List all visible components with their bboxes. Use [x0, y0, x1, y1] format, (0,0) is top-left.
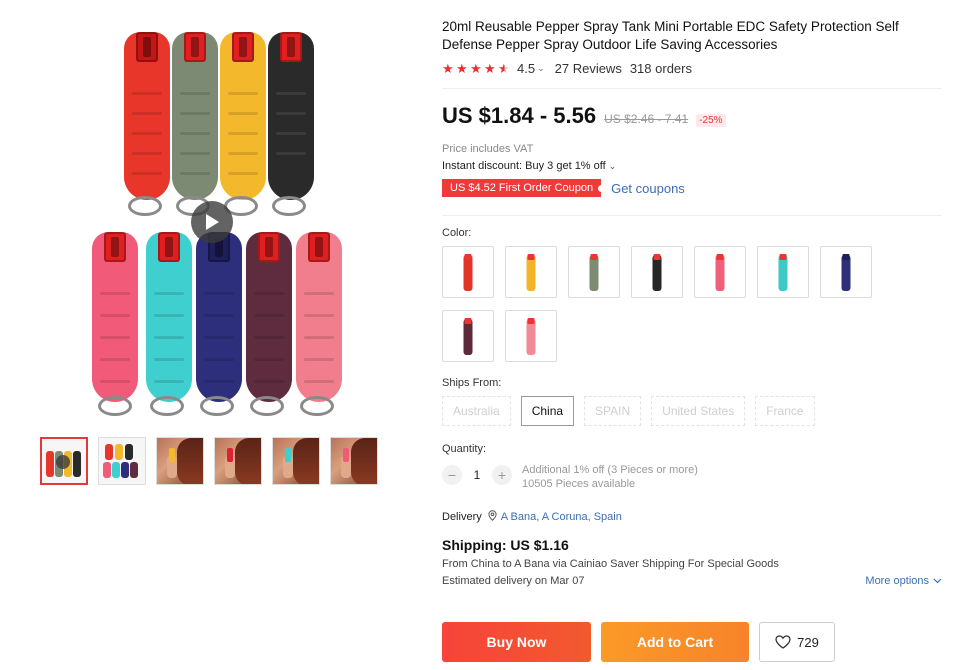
add-to-cart-button[interactable]: Add to Cart — [601, 622, 749, 662]
buy-now-button[interactable]: Buy Now — [442, 622, 591, 662]
product-info-panel: 20ml Reusable Pepper Spray Tank Mini Por… — [442, 18, 942, 587]
instant-discount-text: Instant discount: Buy 3 get 1% off — [442, 160, 606, 172]
color-swatch-yellow[interactable] — [505, 246, 557, 298]
ship-option-china[interactable]: China — [520, 396, 575, 426]
rating-stars: ★ ★ ★ ★ ★ — [442, 62, 511, 75]
star-icon: ★ — [442, 61, 454, 76]
thumbnail-strip — [40, 437, 378, 485]
color-swatch-gray-green[interactable] — [568, 246, 620, 298]
location-pin-icon — [488, 510, 497, 524]
keyring — [250, 396, 284, 416]
spray-pink — [92, 232, 138, 402]
rating-row: ★ ★ ★ ★ ★ 4.5 ⌄ 27 Reviews 318 orders — [442, 61, 942, 76]
play-icon — [56, 455, 70, 469]
stock-available: 10505 Pieces available — [522, 478, 636, 490]
spray-navy — [196, 232, 242, 402]
spray-gray — [172, 32, 218, 200]
thumbnail-6[interactable] — [330, 437, 378, 485]
orders-count: 318 orders — [629, 61, 692, 76]
coupon-row: US $4.52 First Order Coupon Get coupons — [442, 179, 942, 197]
ships-from-options: Australia China SPAIN United States Fran… — [442, 396, 942, 426]
more-options-label: More options — [865, 575, 929, 587]
current-price: US $1.84 - 5.56 — [442, 103, 597, 128]
thumbnail-3[interactable] — [156, 437, 204, 485]
wishlist-count: 729 — [797, 634, 819, 650]
more-options-link[interactable]: More options — [865, 575, 942, 587]
star-icon: ★ — [484, 61, 496, 76]
get-coupons-link[interactable]: Get coupons — [611, 181, 685, 196]
quantity-input[interactable]: 1 — [462, 465, 492, 485]
color-swatches — [442, 246, 882, 362]
thumbnail-5[interactable] — [272, 437, 320, 485]
color-label: Color: — [442, 227, 472, 239]
star-half-icon: ★ — [498, 61, 510, 76]
reviews-link[interactable]: 27 Reviews — [555, 61, 622, 76]
spray-black — [268, 32, 314, 200]
delivery-destination-link[interactable]: A Bana, A Coruna, Spain — [501, 511, 622, 523]
bulk-discount-note: Additional 1% off (3 Pieces or more) — [522, 464, 698, 476]
keyring — [98, 396, 132, 416]
ship-option-australia[interactable]: Australia — [442, 396, 511, 426]
color-swatch-red[interactable] — [442, 246, 494, 298]
divider — [442, 215, 942, 216]
instant-discount[interactable]: Instant discount: Buy 3 get 1% off ⌄ — [442, 160, 942, 172]
first-order-coupon[interactable]: US $4.52 First Order Coupon — [442, 179, 606, 197]
spray-plum — [246, 232, 292, 402]
quantity-increase-button[interactable]: + — [492, 465, 512, 485]
color-swatch-plum[interactable] — [442, 310, 494, 362]
delivery-row: Delivery A Bana, A Coruna, Spain — [442, 510, 942, 524]
spray-red — [124, 32, 170, 200]
price-row: US $1.84 - 5.56 US $2.46 - 7.41 -25% — [442, 103, 942, 129]
color-swatch-turquoise[interactable] — [757, 246, 809, 298]
product-title: 20ml Reusable Pepper Spray Tank Mini Por… — [442, 19, 899, 52]
quantity-label: Quantity: — [442, 443, 487, 455]
shipping-route: From China to A Bana via Cainiao Saver S… — [442, 558, 779, 570]
video-play-icon[interactable] — [191, 201, 233, 243]
star-icon: ★ — [456, 61, 468, 76]
chevron-down-icon: ⌄ — [608, 161, 617, 171]
keyring — [200, 396, 234, 416]
purchase-actions: Buy Now Add to Cart 729 — [442, 622, 835, 662]
shipping-cost: Shipping: US $1.16 — [442, 537, 569, 553]
original-price: US $2.46 - 7.41 — [604, 112, 689, 126]
estimate-row: Estimated delivery on Mar 07 More option… — [442, 575, 942, 587]
spray-light-pink — [296, 232, 342, 402]
keyring — [128, 196, 162, 216]
estimated-delivery: Estimated delivery on Mar 07 — [442, 575, 585, 587]
chevron-down-icon[interactable]: ⌄ — [537, 63, 545, 74]
quantity-stepper: − 1 + Additional 1% off (3 Pieces or mor… — [442, 463, 942, 491]
spray-yellow — [220, 32, 266, 200]
rating-value[interactable]: 4.5 — [517, 61, 535, 76]
keyring — [300, 396, 334, 416]
heart-icon — [775, 635, 791, 649]
spray-turquoise — [146, 232, 192, 402]
thumbnail-4[interactable] — [214, 437, 262, 485]
vat-note: Price includes VAT — [442, 143, 534, 155]
wishlist-button[interactable]: 729 — [759, 622, 835, 662]
divider — [442, 88, 942, 89]
star-icon: ★ — [470, 61, 482, 76]
color-swatch-light-pink[interactable] — [505, 310, 557, 362]
ships-from-label: Ships From: — [442, 377, 502, 389]
chevron-down-icon — [933, 578, 942, 584]
thumbnail-2[interactable] — [98, 437, 146, 485]
keyring — [150, 396, 184, 416]
quantity-info: Additional 1% off (3 Pieces or more) 105… — [522, 463, 698, 491]
discount-badge: -25% — [696, 114, 726, 127]
thumbnail-1[interactable] — [40, 437, 88, 485]
color-swatch-navy[interactable] — [820, 246, 872, 298]
ship-option-united-states[interactable]: United States — [651, 396, 746, 426]
keyring — [272, 196, 306, 216]
quantity-decrease-button[interactable]: − — [442, 465, 462, 485]
ship-option-spain[interactable]: SPAIN — [584, 396, 642, 426]
delivery-label: Delivery — [442, 511, 482, 523]
ship-option-france[interactable]: France — [755, 396, 815, 426]
color-swatch-black[interactable] — [631, 246, 683, 298]
color-swatch-pink[interactable] — [694, 246, 746, 298]
